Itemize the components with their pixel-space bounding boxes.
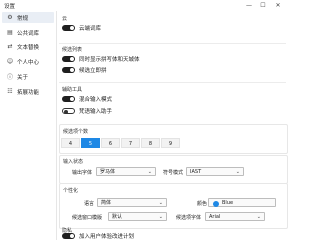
personalize-group: 个性化 语言 简体 ⌄ 颜色 Blue 候选窗口模版 默认 ⌄ 候选项字体 Ar… [59,183,288,229]
cloud-lexicon-label: 云端词库 [79,26,102,32]
candidate-instant-row: 候选立即拼 [62,66,107,74]
output-font-value: 罗马体 [100,169,116,175]
sidebar-item-text-replace[interactable]: ⇄ 文本替换 [2,41,54,52]
sidebar-item-personal-center[interactable]: ☺ 个人中心 [2,56,54,67]
show-both-scripts-row: 同时显示拼写体和天城体 [62,55,140,63]
gear-icon: ⚙ [7,14,13,21]
candidate-count-title: 候选项个数 [63,129,89,135]
language-value: 简体 [101,200,112,206]
candidate-instant-toggle[interactable] [62,67,75,73]
input-state-title: 输入状态 [63,159,84,165]
cloud-group-title: 云 [62,16,68,22]
chevron-down-icon: ⌄ [235,169,240,175]
mixed-input-toggle[interactable] [62,96,75,102]
color-swatch [213,200,219,207]
info-icon: ⓘ [6,74,13,81]
show-both-scripts-toggle[interactable] [62,56,75,62]
sidebar-item-label: 拓展功能 [17,89,40,96]
mixed-input-row: 混合输入模式 [62,95,112,103]
settings-content: 云 云端词库 候选列表 同时显示拼写体和天城体 候选立即拼 辅助工具 混合输入模… [57,11,288,240]
sidebar-item-label: 常规 [17,15,29,22]
chevron-down-icon: ⌄ [158,214,163,220]
candidate-font-select[interactable]: Arial ⌄ [205,212,265,221]
candidate-window-label: 候选窗口模版 [72,215,103,221]
sidebar-item-public-lexicon[interactable]: ▤ 公共词库 [2,27,54,38]
input-state-group: 输入状态 输出字体 罗马体 ⌄ 符号模式 IAST ⌄ [59,155,288,184]
window-title: 设置 [4,4,16,10]
sanskrit-helper-row: 梵语输入助手 [62,107,112,115]
color-value: Blue [222,200,234,206]
candidate-font-label: 候选项字体 [176,215,202,221]
candidate-list-title: 候选列表 [62,47,83,53]
sidebar-item-label: 关于 [17,74,29,81]
ux-program-row: 加入用户体验改进计划 [62,232,134,240]
candidate-count-option-selected[interactable]: 5 [81,138,100,148]
candidate-font-value: Arial [209,214,221,220]
sidebar-item-general[interactable]: ⚙ 常规 [2,12,54,23]
symbol-mode-select[interactable]: IAST ⌄ [186,167,244,176]
cloud-lexicon-toggle[interactable] [62,25,75,31]
language-select[interactable]: 简体 ⌄ [97,198,167,207]
extension-icon: ☷ [7,88,13,95]
database-icon: ▤ [7,29,13,36]
candidate-count-option[interactable]: 8 [141,138,160,148]
ux-program-toggle[interactable] [62,233,75,239]
assist-tools-group: 辅助工具 混合输入模式 梵语输入助手 [59,83,286,121]
chevron-down-icon: ⌄ [147,169,152,175]
symbol-mode-label: 符号模式 [163,170,184,176]
sidebar-item-label: 文本替换 [17,44,40,51]
output-font-select[interactable]: 罗马体 ⌄ [96,167,156,176]
sidebar-item-about[interactable]: ⓘ 关于 [2,71,54,82]
candidate-instant-label: 候选立即拼 [79,68,107,74]
sanskrit-helper-toggle[interactable] [62,108,75,114]
sanskrit-helper-label: 梵语输入助手 [79,109,113,115]
user-icon: ☺ [6,58,14,65]
personalize-title: 个性化 [63,188,79,194]
title-bar: 设置 — ☐ ✕ [0,0,287,11]
cloud-lexicon-row: 云端词库 [62,24,101,32]
candidate-list-group: 候选列表 同时显示拼写体和天城体 候选立即拼 [59,44,286,80]
privacy-group: 隐私 加入用户体验改进计划 [59,228,286,240]
chevron-down-icon: ⌄ [256,214,261,220]
sidebar-item-label: 个人中心 [17,59,40,66]
candidate-count-options: 4 5 6 7 8 9 [61,138,181,148]
sidebar: ⚙ 常规 ▤ 公共词库 ⇄ 文本替换 ☺ 个人中心 ⓘ 关于 ☷ 拓展功能 [0,11,57,240]
cloud-group: 云 云端词库 [59,12,286,40]
candidate-window-select[interactable]: 默认 ⌄ [108,212,167,221]
candidate-window-value: 默认 [112,214,123,220]
assist-tools-title: 辅助工具 [62,87,83,93]
chevron-down-icon: ⌄ [158,200,163,206]
show-both-scripts-label: 同时显示拼写体和天城体 [79,57,140,63]
replace-icon: ⇄ [7,43,13,50]
mixed-input-label: 混合输入模式 [79,97,113,103]
output-font-label: 输出字体 [72,170,93,176]
settings-window: 设置 — ☐ ✕ ⚙ 常规 ▤ 公共词库 ⇄ 文本替换 ☺ 个人中心 ⓘ 关于 … [0,0,288,240]
candidate-count-option[interactable]: 6 [101,138,120,148]
color-select[interactable]: Blue [208,198,276,207]
candidate-count-option[interactable]: 7 [121,138,140,148]
maximize-icon[interactable]: ☐ [258,1,268,10]
candidate-count-option[interactable]: 9 [161,138,180,148]
color-label: 颜色 [197,201,208,207]
ux-program-label: 加入用户体验改进计划 [79,234,135,240]
sidebar-item-label: 公共词库 [17,30,40,37]
symbol-mode-value: IAST [190,169,202,175]
close-icon[interactable]: ✕ [273,1,283,10]
language-label: 语言 [84,201,95,207]
candidate-count-option[interactable]: 4 [61,138,80,148]
minimize-icon[interactable]: — [244,1,254,10]
sidebar-item-extensions[interactable]: ☷ 拓展功能 [2,86,54,97]
